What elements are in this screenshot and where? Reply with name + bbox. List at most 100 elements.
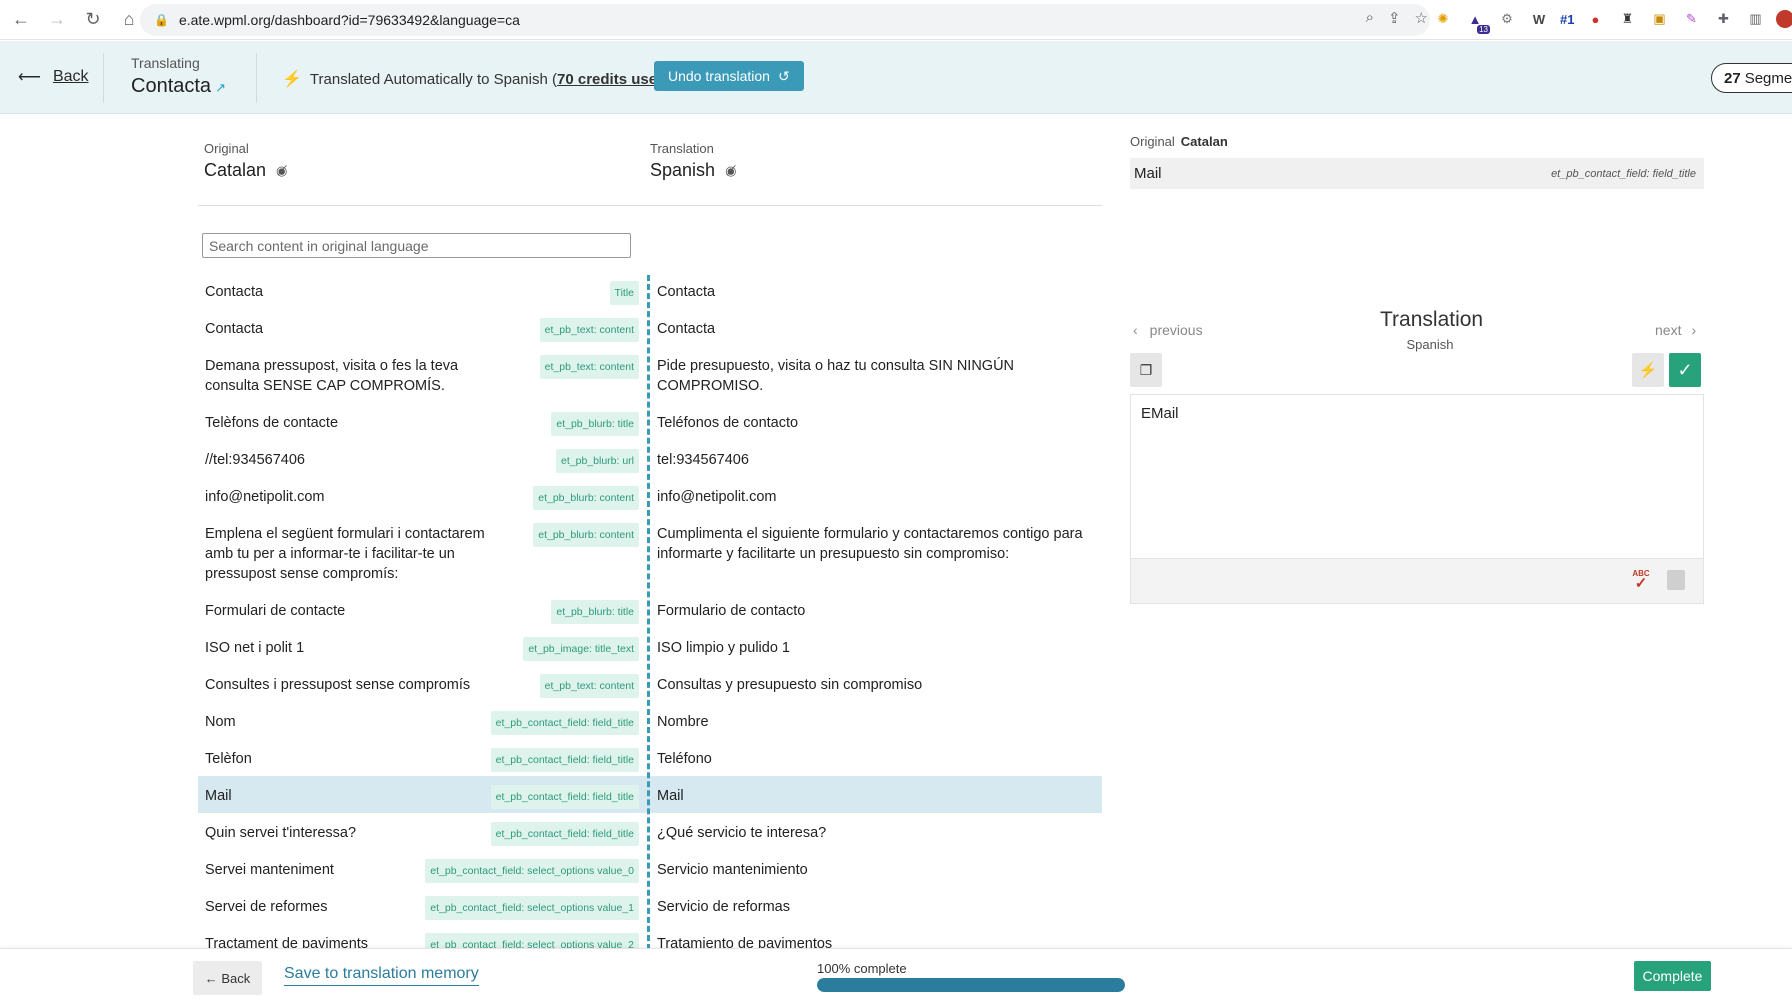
segment-row[interactable]: Telèfon et_pb_contact_field: field_title T… <box>198 739 1102 776</box>
extension-pin-icon[interactable]: ● <box>1584 8 1606 30</box>
segment-row[interactable]: Formulari de contacte et_pb_blurb: title F… <box>198 591 1102 628</box>
browser-forward-icon[interactable]: → <box>42 5 72 35</box>
segment-row[interactable]: Servei de reformes et_pb_contact_field: s… <box>198 887 1102 924</box>
previous-segment-button[interactable]: ‹ previous <box>1133 322 1203 338</box>
segment-row[interactable]: Demana pressupost, visita o fes la teva … <box>198 346 1102 403</box>
segment-field-tag: et_pb_blurb: content <box>533 523 639 547</box>
segment-original[interactable]: //tel:934567406 et_pb_blurb: url <box>198 440 648 477</box>
extension-wordpress-icon[interactable]: W <box>1528 8 1550 30</box>
segment-row[interactable]: Servei manteniment et_pb_contact_field: s… <box>198 850 1102 887</box>
address-bar-actions: ⌕ ⇪ ☆ <box>1366 9 1428 27</box>
profile-avatar[interactable] <box>1776 10 1792 28</box>
segments-counter[interactable]: 27 Segmer <box>1711 63 1792 93</box>
confirm-translation-button[interactable]: ✓ <box>1669 353 1701 387</box>
hide-eye-icon[interactable]: ◉̸ <box>276 163 287 179</box>
segment-row[interactable]: Quin servei t'interessa? et_pb_contact_fi… <box>198 813 1102 850</box>
undo-translation-button[interactable]: Undo translation ↺ <box>654 61 804 91</box>
browser-reload-icon[interactable]: ↻ <box>78 5 108 35</box>
segment-original[interactable]: Contacta Title <box>198 272 648 309</box>
segment-translation[interactable]: tel:934567406 <box>648 440 1102 477</box>
segment-original[interactable]: Consultes i pressupost sense compromís et… <box>198 665 648 702</box>
extension-battery-icon[interactable]: ▣ <box>1648 8 1670 30</box>
extension-chef-icon[interactable]: ♜ <box>1616 8 1638 30</box>
original-column-header: Original Catalan ◉̸ <box>204 141 287 181</box>
extension-sun-icon[interactable]: ✺ <box>1432 8 1454 30</box>
credits-used-link[interactable]: 70 credits used <box>557 71 666 88</box>
extension-school-icon[interactable]: ▲ 13 <box>1464 8 1490 34</box>
panel-original-label: Original <box>1130 134 1175 149</box>
arrow-left-icon: ⟵ <box>18 69 41 86</box>
segment-field-tag: et_pb_contact_field: field_title <box>490 785 639 809</box>
auto-translate-button[interactable]: ⚡ <box>1632 353 1664 387</box>
segment-translation[interactable]: info@netipolit.com <box>648 477 1102 514</box>
segment-translation[interactable]: ISO limpio y pulido 1 <box>648 628 1102 665</box>
segment-translation[interactable]: Mail <box>648 776 1102 813</box>
segment-translation[interactable]: Cumplimenta el siguiente formulario y co… <box>648 514 1102 591</box>
segment-translation[interactable]: Servicio de reformas <box>648 887 1102 924</box>
extension-gear-icon[interactable]: ⚙ <box>1496 8 1518 30</box>
segment-original[interactable]: Quin servei t'interessa? et_pb_contact_fi… <box>198 813 648 850</box>
bookmark-star-icon[interactable]: ☆ <box>1415 9 1428 27</box>
next-segment-button[interactable]: next › <box>1655 322 1696 338</box>
extension-rank-icon[interactable]: #1 <box>1560 8 1574 30</box>
segment-original[interactable]: Telèfons de contacte et_pb_blurb: title <box>198 403 648 440</box>
segment-translation[interactable]: Servicio mantenimiento <box>648 850 1102 887</box>
segment-row[interactable]: Nom et_pb_contact_field: field_title Nombr… <box>198 702 1102 739</box>
segment-original[interactable]: Servei manteniment et_pb_contact_field: s… <box>198 850 648 887</box>
save-to-memory-link[interactable]: Save to translation memory <box>284 965 479 986</box>
segment-original[interactable]: ISO net i polit 1 et_pb_image: title_text <box>198 628 648 665</box>
segment-row[interactable]: Mail et_pb_contact_field: field_title Mail <box>198 776 1102 813</box>
segment-translation[interactable]: Teléfonos de contacto <box>648 403 1102 440</box>
sidebar-toggle-icon[interactable]: ▥ <box>1744 8 1766 30</box>
segment-row[interactable]: Emplena el següent formulari i contactar… <box>198 514 1102 591</box>
browser-back-icon[interactable]: ← <box>6 5 36 35</box>
segment-original[interactable]: Servei de reformes et_pb_contact_field: s… <box>198 887 648 924</box>
segment-original[interactable]: info@netipolit.com et_pb_blurb: content <box>198 477 648 514</box>
segment-row[interactable]: ISO net i polit 1 et_pb_image: title_text… <box>198 628 1102 665</box>
address-bar[interactable]: 🔒 e.ate.wpml.org/dashboard?id=79633492&l… <box>140 4 1430 36</box>
translating-label: Translating <box>131 55 200 71</box>
translation-editor-value[interactable]: EMail <box>1141 405 1179 422</box>
complete-button[interactable]: Complete <box>1634 961 1711 991</box>
segment-row[interactable]: //tel:934567406 et_pb_blurb: url tel:93456… <box>198 440 1102 477</box>
segment-translation[interactable]: Contacta <box>648 272 1102 309</box>
segment-translation[interactable]: Teléfono <box>648 739 1102 776</box>
segment-original[interactable]: Contacta et_pb_text: content <box>198 309 648 346</box>
header-back-label: Back <box>52 68 89 85</box>
segment-translation[interactable]: Nombre <box>648 702 1102 739</box>
segment-field-tag: et_pb_contact_field: select_options valu… <box>425 859 639 883</box>
header-back-link[interactable]: ⟵ Back <box>18 67 89 87</box>
segment-row[interactable]: Contacta Title Contacta <box>198 272 1102 309</box>
search-input[interactable] <box>202 233 631 258</box>
zoom-icon[interactable]: ⌕ <box>1366 9 1374 27</box>
segment-field-tag: et_pb_text: content <box>539 318 639 342</box>
segment-row[interactable]: Consultes i pressupost sense compromís et… <box>198 665 1102 702</box>
segment-original[interactable]: Formulari de contacte et_pb_blurb: title <box>198 591 648 628</box>
footer-back-button[interactable]: ← Back <box>193 961 262 995</box>
segment-original[interactable]: Emplena el següent formulari i contactar… <box>198 514 648 591</box>
hide-eye-icon[interactable]: ◉̸ <box>725 163 736 179</box>
segment-translation[interactable]: ¿Qué servicio te interesa? <box>648 813 1102 850</box>
chevron-left-icon: ‹ <box>1133 322 1138 338</box>
segment-original[interactable]: Nom et_pb_contact_field: field_title <box>198 702 648 739</box>
extension-feather-icon[interactable]: ✎ <box>1680 8 1702 30</box>
glossary-icon[interactable] <box>1667 570 1685 590</box>
external-link-icon[interactable]: ↗ <box>215 80 226 96</box>
extensions-puzzle-icon[interactable]: ✚ <box>1712 8 1734 30</box>
segment-translation[interactable]: Consultas y presupuesto sin compromiso <box>648 665 1102 702</box>
segment-translation[interactable]: Formulario de contacto <box>648 591 1102 628</box>
segment-translation[interactable]: Pide presupuesto, visita o haz tu consul… <box>648 346 1102 403</box>
spellcheck-icon[interactable]: ABC ✓ <box>1631 569 1651 591</box>
segment-original[interactable]: Mail et_pb_contact_field: field_title <box>198 776 648 813</box>
copy-original-button[interactable]: ❐ <box>1130 353 1162 387</box>
segment-row[interactable]: Telèfons de contacte et_pb_blurb: title Te… <box>198 403 1102 440</box>
share-icon[interactable]: ⇪ <box>1388 9 1401 27</box>
segment-original[interactable]: Demana pressupost, visita o fes la teva … <box>198 346 648 403</box>
segment-row[interactable]: info@netipolit.com et_pb_blurb: content in… <box>198 477 1102 514</box>
segment-translation[interactable]: Contacta <box>648 309 1102 346</box>
segment-original[interactable]: Telèfon et_pb_contact_field: field_title <box>198 739 648 776</box>
segment-field-tag: et_pb_blurb: content <box>533 486 639 510</box>
header-rule <box>198 205 1102 206</box>
translation-editor[interactable]: EMail ABC ✓ <box>1130 394 1704 604</box>
segment-row[interactable]: Contacta et_pb_text: content Contacta <box>198 309 1102 346</box>
